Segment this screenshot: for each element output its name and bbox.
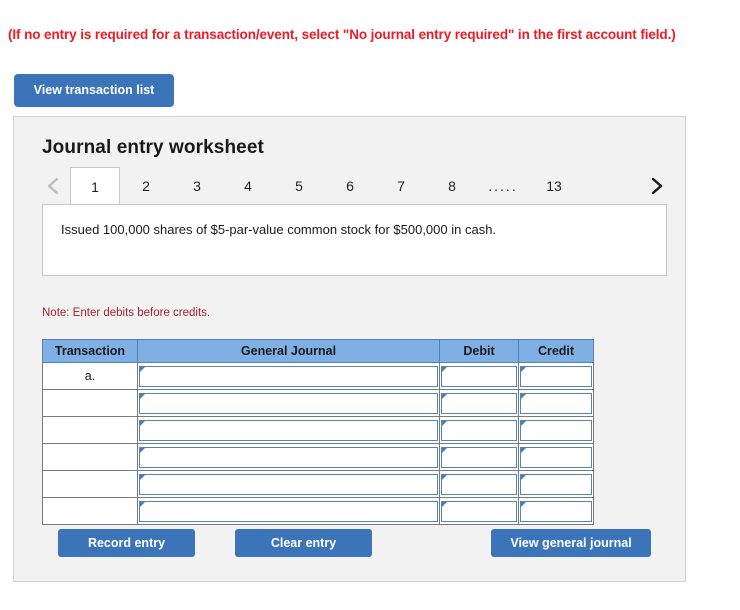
transaction-label-cell <box>42 497 138 525</box>
worksheet-title: Journal entry worksheet <box>42 137 264 158</box>
table-row: a. <box>42 362 594 390</box>
tab-1[interactable]: 1 <box>70 167 120 206</box>
general-journal-cell <box>137 470 440 498</box>
transaction-label-cell <box>42 470 138 498</box>
no-entry-instruction: (If no entry is required for a transacti… <box>8 27 676 42</box>
credit-input[interactable] <box>520 392 592 414</box>
tab-8[interactable]: 8 <box>427 167 477 205</box>
journal-entry-table: Transaction General Journal Debit Credit… <box>42 339 594 525</box>
table-row <box>42 443 594 471</box>
view-general-journal-button[interactable]: View general journal <box>491 529 651 557</box>
tab-3[interactable]: 3 <box>172 167 222 205</box>
general-journal-input[interactable] <box>139 392 438 414</box>
tab-13[interactable]: 13 <box>529 167 579 205</box>
transaction-label-cell: a. <box>42 362 138 390</box>
general-journal-cell <box>137 362 440 390</box>
column-header-transaction: Transaction <box>42 339 138 363</box>
debit-input[interactable] <box>441 473 517 495</box>
column-header-credit: Credit <box>518 339 594 363</box>
debit-input[interactable] <box>441 419 517 441</box>
chevron-right-icon[interactable] <box>645 172 667 200</box>
debit-input[interactable] <box>441 446 517 468</box>
credit-cell <box>518 497 594 525</box>
column-header-debit: Debit <box>439 339 519 363</box>
debit-cell <box>439 497 519 525</box>
clear-entry-button[interactable]: Clear entry <box>235 529 372 557</box>
general-journal-input[interactable] <box>139 473 438 495</box>
tab-7[interactable]: 7 <box>376 167 426 205</box>
debit-cell <box>439 362 519 390</box>
credit-input[interactable] <box>520 500 592 522</box>
column-header-general-journal: General Journal <box>137 339 440 363</box>
transaction-description-text: Issued 100,000 shares of $5-par-value co… <box>61 222 497 237</box>
general-journal-cell <box>137 389 440 417</box>
debit-input[interactable] <box>441 500 517 522</box>
table-row <box>42 389 594 417</box>
debit-cell <box>439 416 519 444</box>
debits-before-credits-note: Note: Enter debits before credits. <box>42 307 211 319</box>
credit-cell <box>518 416 594 444</box>
tab-4[interactable]: 4 <box>223 167 273 205</box>
general-journal-input[interactable] <box>139 365 438 387</box>
table-header-row: Transaction General Journal Debit Credit <box>42 339 594 363</box>
debit-input[interactable] <box>441 392 517 414</box>
transaction-label-cell <box>42 443 138 471</box>
general-journal-input[interactable] <box>139 500 438 522</box>
journal-entry-worksheet-panel: Journal entry worksheet 1 2 3 4 5 6 7 8..... 13 … <box>13 116 686 582</box>
table-row <box>42 497 594 525</box>
debit-cell <box>439 470 519 498</box>
tab-2[interactable]: 2 <box>121 167 171 205</box>
credit-cell <box>518 362 594 390</box>
credit-cell <box>518 470 594 498</box>
debit-cell <box>439 443 519 471</box>
transaction-label-cell <box>42 416 138 444</box>
transaction-description-box: Issued 100,000 shares of $5-par-value co… <box>42 204 667 276</box>
credit-input[interactable] <box>520 446 592 468</box>
credit-input[interactable] <box>520 473 592 495</box>
tab-6[interactable]: 6 <box>325 167 375 205</box>
credit-cell <box>518 443 594 471</box>
debit-input[interactable] <box>441 365 517 387</box>
credit-cell <box>518 389 594 417</box>
general-journal-cell <box>137 497 440 525</box>
credit-input[interactable] <box>520 365 592 387</box>
general-journal-input[interactable] <box>139 446 438 468</box>
table-row <box>42 470 594 498</box>
table-row <box>42 416 594 444</box>
record-entry-button[interactable]: Record entry <box>58 529 195 557</box>
view-transaction-list-button[interactable]: View transaction list <box>14 74 174 107</box>
chevron-left-icon[interactable] <box>42 172 64 200</box>
general-journal-cell <box>137 416 440 444</box>
debit-cell <box>439 389 519 417</box>
worksheet-tab-strip: 1 2 3 4 5 6 7 8..... 13 <box>42 167 667 206</box>
general-journal-cell <box>137 443 440 471</box>
general-journal-input[interactable] <box>139 419 438 441</box>
transaction-label-cell <box>42 389 138 417</box>
tab-ellipsis: ..... <box>488 178 518 194</box>
credit-input[interactable] <box>520 419 592 441</box>
tab-5[interactable]: 5 <box>274 167 324 205</box>
